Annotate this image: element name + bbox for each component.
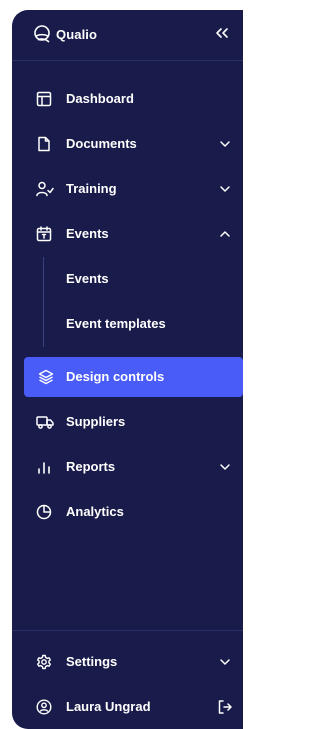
brand-name: Qualio [56,26,98,42]
user-avatar-icon [36,699,52,715]
chevron-down-icon[interactable] [219,461,231,473]
nav-item-label: Events [66,226,109,241]
nav-item-suppliers[interactable]: Suppliers [12,402,243,442]
chevron-down-icon[interactable] [219,183,231,195]
nav-item-events[interactable]: Events [12,214,243,254]
layers-icon [38,369,54,385]
truck-icon [36,414,54,430]
nav-item-label: Settings [66,654,118,669]
document-icon [36,136,52,152]
sidebar-header: Qualio [12,10,243,61]
nav-item-label: Analytics [66,504,124,519]
bar-chart-icon [36,459,52,475]
double-chevron-left-icon [215,27,229,39]
user-profile[interactable]: Laura Ungrad [12,687,243,727]
subnav-item-event-templates[interactable]: Event templates [12,304,243,344]
gear-icon [36,654,52,670]
nav-item-analytics[interactable]: Analytics [12,492,243,532]
nav-item-reports[interactable]: Reports [12,447,243,487]
subnav-item-label: Event templates [66,316,166,331]
nav-item-documents[interactable]: Documents [12,124,243,164]
nav-item-label: Documents [66,136,137,151]
sidebar: Qualio Dashboard Documents Training Even… [12,10,243,729]
chevron-down-icon[interactable] [219,656,231,668]
chevron-up-icon[interactable] [219,228,231,240]
footer-divider [12,630,243,631]
user-check-icon [36,181,54,197]
qualio-logo-icon [32,24,52,44]
logout-icon[interactable] [217,699,233,715]
collapse-sidebar-button[interactable] [213,24,231,42]
nav-item-settings[interactable]: Settings [12,642,243,682]
chevron-down-icon[interactable] [219,138,231,150]
nav-item-dashboard[interactable]: Dashboard [12,79,243,119]
nav-item-label: Reports [66,459,116,474]
layout-icon [36,91,52,107]
subnav-item-label: Events [66,271,109,286]
user-name: Laura Ungrad [66,699,151,714]
nav-item-label: Dashboard [66,91,134,106]
nav-item-design-controls[interactable]: Design controls [24,357,243,397]
subnav-item-events[interactable]: Events [12,259,243,299]
calendar-icon [36,226,52,242]
nav-item-label: Training [66,181,117,196]
nav-item-training[interactable]: Training [12,169,243,209]
pie-chart-icon [36,504,52,520]
nav-item-label: Design controls [66,369,165,384]
nav-item-label: Suppliers [66,414,126,429]
brand-logo[interactable]: Qualio [32,24,97,44]
